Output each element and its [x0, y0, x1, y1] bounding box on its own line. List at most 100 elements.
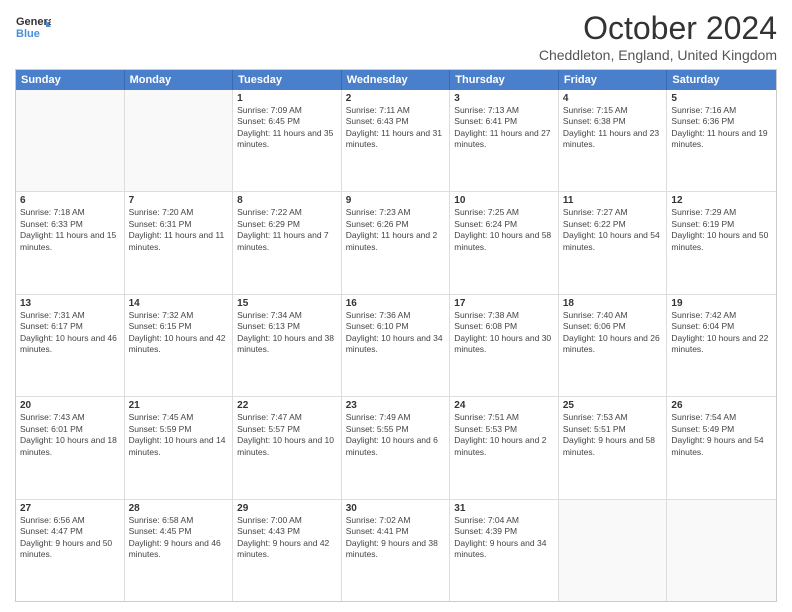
- day-number-20: 20: [20, 400, 120, 411]
- calendar-cell-4-4: 31Sunrise: 7:04 AM Sunset: 4:39 PM Dayli…: [450, 500, 559, 601]
- calendar-cell-1-3: 9Sunrise: 7:23 AM Sunset: 6:26 PM Daylig…: [342, 192, 451, 293]
- header-saturday: Saturday: [667, 70, 776, 90]
- calendar-row-2: 13Sunrise: 7:31 AM Sunset: 6:17 PM Dayli…: [16, 295, 776, 397]
- cell-content-4-3: Sunrise: 7:02 AM Sunset: 4:41 PM Dayligh…: [346, 515, 446, 561]
- svg-text:Blue: Blue: [16, 28, 40, 40]
- cell-content-1-3: Sunrise: 7:23 AM Sunset: 6:26 PM Dayligh…: [346, 207, 446, 253]
- day-number-3: 3: [454, 93, 554, 104]
- calendar-cell-3-3: 23Sunrise: 7:49 AM Sunset: 5:55 PM Dayli…: [342, 397, 451, 498]
- day-number-26: 26: [671, 400, 772, 411]
- calendar-row-0: 1Sunrise: 7:09 AM Sunset: 6:45 PM Daylig…: [16, 90, 776, 192]
- day-number-15: 15: [237, 298, 337, 309]
- day-number-31: 31: [454, 503, 554, 514]
- cell-content-2-0: Sunrise: 7:31 AM Sunset: 6:17 PM Dayligh…: [20, 310, 120, 356]
- cell-content-1-2: Sunrise: 7:22 AM Sunset: 6:29 PM Dayligh…: [237, 207, 337, 253]
- header-wednesday: Wednesday: [342, 70, 451, 90]
- header-monday: Monday: [125, 70, 234, 90]
- cell-content-2-3: Sunrise: 7:36 AM Sunset: 6:10 PM Dayligh…: [346, 310, 446, 356]
- header-friday: Friday: [559, 70, 668, 90]
- calendar-cell-1-1: 7Sunrise: 7:20 AM Sunset: 6:31 PM Daylig…: [125, 192, 234, 293]
- calendar-cell-0-0: [16, 90, 125, 191]
- cell-content-0-3: Sunrise: 7:11 AM Sunset: 6:43 PM Dayligh…: [346, 105, 446, 151]
- calendar: Sunday Monday Tuesday Wednesday Thursday…: [15, 69, 777, 602]
- cell-content-0-6: Sunrise: 7:16 AM Sunset: 6:36 PM Dayligh…: [671, 105, 772, 151]
- calendar-cell-2-6: 19Sunrise: 7:42 AM Sunset: 6:04 PM Dayli…: [667, 295, 776, 396]
- cell-content-2-6: Sunrise: 7:42 AM Sunset: 6:04 PM Dayligh…: [671, 310, 772, 356]
- cell-content-2-4: Sunrise: 7:38 AM Sunset: 6:08 PM Dayligh…: [454, 310, 554, 356]
- calendar-cell-0-1: [125, 90, 234, 191]
- calendar-cell-1-4: 10Sunrise: 7:25 AM Sunset: 6:24 PM Dayli…: [450, 192, 559, 293]
- calendar-cell-4-6: [667, 500, 776, 601]
- calendar-cell-0-6: 5Sunrise: 7:16 AM Sunset: 6:36 PM Daylig…: [667, 90, 776, 191]
- calendar-cell-2-2: 15Sunrise: 7:34 AM Sunset: 6:13 PM Dayli…: [233, 295, 342, 396]
- day-number-14: 14: [129, 298, 229, 309]
- day-number-23: 23: [346, 400, 446, 411]
- cell-content-0-2: Sunrise: 7:09 AM Sunset: 6:45 PM Dayligh…: [237, 105, 337, 151]
- calendar-cell-1-0: 6Sunrise: 7:18 AM Sunset: 6:33 PM Daylig…: [16, 192, 125, 293]
- day-number-2: 2: [346, 93, 446, 104]
- day-number-28: 28: [129, 503, 229, 514]
- day-number-30: 30: [346, 503, 446, 514]
- calendar-cell-3-1: 21Sunrise: 7:45 AM Sunset: 5:59 PM Dayli…: [125, 397, 234, 498]
- day-number-16: 16: [346, 298, 446, 309]
- day-number-27: 27: [20, 503, 120, 514]
- calendar-cell-0-4: 3Sunrise: 7:13 AM Sunset: 6:41 PM Daylig…: [450, 90, 559, 191]
- calendar-row-4: 27Sunrise: 6:56 AM Sunset: 4:47 PM Dayli…: [16, 500, 776, 601]
- title-block: October 2024 Cheddleton, England, United…: [539, 10, 777, 63]
- cell-content-1-4: Sunrise: 7:25 AM Sunset: 6:24 PM Dayligh…: [454, 207, 554, 253]
- day-number-6: 6: [20, 195, 120, 206]
- cell-content-1-5: Sunrise: 7:27 AM Sunset: 6:22 PM Dayligh…: [563, 207, 663, 253]
- calendar-row-1: 6Sunrise: 7:18 AM Sunset: 6:33 PM Daylig…: [16, 192, 776, 294]
- day-number-13: 13: [20, 298, 120, 309]
- day-number-22: 22: [237, 400, 337, 411]
- calendar-cell-2-4: 17Sunrise: 7:38 AM Sunset: 6:08 PM Dayli…: [450, 295, 559, 396]
- day-number-21: 21: [129, 400, 229, 411]
- cell-content-1-1: Sunrise: 7:20 AM Sunset: 6:31 PM Dayligh…: [129, 207, 229, 253]
- day-number-1: 1: [237, 93, 337, 104]
- svg-text:General: General: [16, 16, 51, 28]
- cell-content-4-1: Sunrise: 6:58 AM Sunset: 4:45 PM Dayligh…: [129, 515, 229, 561]
- day-number-24: 24: [454, 400, 554, 411]
- cell-content-3-5: Sunrise: 7:53 AM Sunset: 5:51 PM Dayligh…: [563, 412, 663, 458]
- logo-svg: General Blue: [15, 10, 51, 46]
- calendar-cell-2-5: 18Sunrise: 7:40 AM Sunset: 6:06 PM Dayli…: [559, 295, 668, 396]
- cell-content-3-3: Sunrise: 7:49 AM Sunset: 5:55 PM Dayligh…: [346, 412, 446, 458]
- calendar-header: Sunday Monday Tuesday Wednesday Thursday…: [16, 70, 776, 90]
- day-number-17: 17: [454, 298, 554, 309]
- calendar-cell-4-3: 30Sunrise: 7:02 AM Sunset: 4:41 PM Dayli…: [342, 500, 451, 601]
- cell-content-2-2: Sunrise: 7:34 AM Sunset: 6:13 PM Dayligh…: [237, 310, 337, 356]
- cell-content-3-4: Sunrise: 7:51 AM Sunset: 5:53 PM Dayligh…: [454, 412, 554, 458]
- calendar-cell-2-3: 16Sunrise: 7:36 AM Sunset: 6:10 PM Dayli…: [342, 295, 451, 396]
- cell-content-4-2: Sunrise: 7:00 AM Sunset: 4:43 PM Dayligh…: [237, 515, 337, 561]
- calendar-cell-2-1: 14Sunrise: 7:32 AM Sunset: 6:15 PM Dayli…: [125, 295, 234, 396]
- calendar-cell-1-6: 12Sunrise: 7:29 AM Sunset: 6:19 PM Dayli…: [667, 192, 776, 293]
- day-number-4: 4: [563, 93, 663, 104]
- cell-content-4-4: Sunrise: 7:04 AM Sunset: 4:39 PM Dayligh…: [454, 515, 554, 561]
- cell-content-1-6: Sunrise: 7:29 AM Sunset: 6:19 PM Dayligh…: [671, 207, 772, 253]
- day-number-7: 7: [129, 195, 229, 206]
- day-number-11: 11: [563, 195, 663, 206]
- calendar-cell-0-3: 2Sunrise: 7:11 AM Sunset: 6:43 PM Daylig…: [342, 90, 451, 191]
- calendar-cell-0-2: 1Sunrise: 7:09 AM Sunset: 6:45 PM Daylig…: [233, 90, 342, 191]
- header: General Blue October 2024 Cheddleton, En…: [15, 10, 777, 63]
- calendar-cell-4-2: 29Sunrise: 7:00 AM Sunset: 4:43 PM Dayli…: [233, 500, 342, 601]
- calendar-cell-3-4: 24Sunrise: 7:51 AM Sunset: 5:53 PM Dayli…: [450, 397, 559, 498]
- cell-content-1-0: Sunrise: 7:18 AM Sunset: 6:33 PM Dayligh…: [20, 207, 120, 253]
- calendar-page: General Blue October 2024 Cheddleton, En…: [0, 0, 792, 612]
- calendar-row-3: 20Sunrise: 7:43 AM Sunset: 6:01 PM Dayli…: [16, 397, 776, 499]
- calendar-cell-2-0: 13Sunrise: 7:31 AM Sunset: 6:17 PM Dayli…: [16, 295, 125, 396]
- cell-content-0-4: Sunrise: 7:13 AM Sunset: 6:41 PM Dayligh…: [454, 105, 554, 151]
- cell-content-0-5: Sunrise: 7:15 AM Sunset: 6:38 PM Dayligh…: [563, 105, 663, 151]
- day-number-18: 18: [563, 298, 663, 309]
- header-sunday: Sunday: [16, 70, 125, 90]
- header-thursday: Thursday: [450, 70, 559, 90]
- calendar-cell-3-5: 25Sunrise: 7:53 AM Sunset: 5:51 PM Dayli…: [559, 397, 668, 498]
- calendar-cell-1-2: 8Sunrise: 7:22 AM Sunset: 6:29 PM Daylig…: [233, 192, 342, 293]
- day-number-12: 12: [671, 195, 772, 206]
- month-title: October 2024: [539, 10, 777, 47]
- day-number-29: 29: [237, 503, 337, 514]
- location: Cheddleton, England, United Kingdom: [539, 47, 777, 63]
- cell-content-3-2: Sunrise: 7:47 AM Sunset: 5:57 PM Dayligh…: [237, 412, 337, 458]
- calendar-cell-4-1: 28Sunrise: 6:58 AM Sunset: 4:45 PM Dayli…: [125, 500, 234, 601]
- calendar-cell-3-2: 22Sunrise: 7:47 AM Sunset: 5:57 PM Dayli…: [233, 397, 342, 498]
